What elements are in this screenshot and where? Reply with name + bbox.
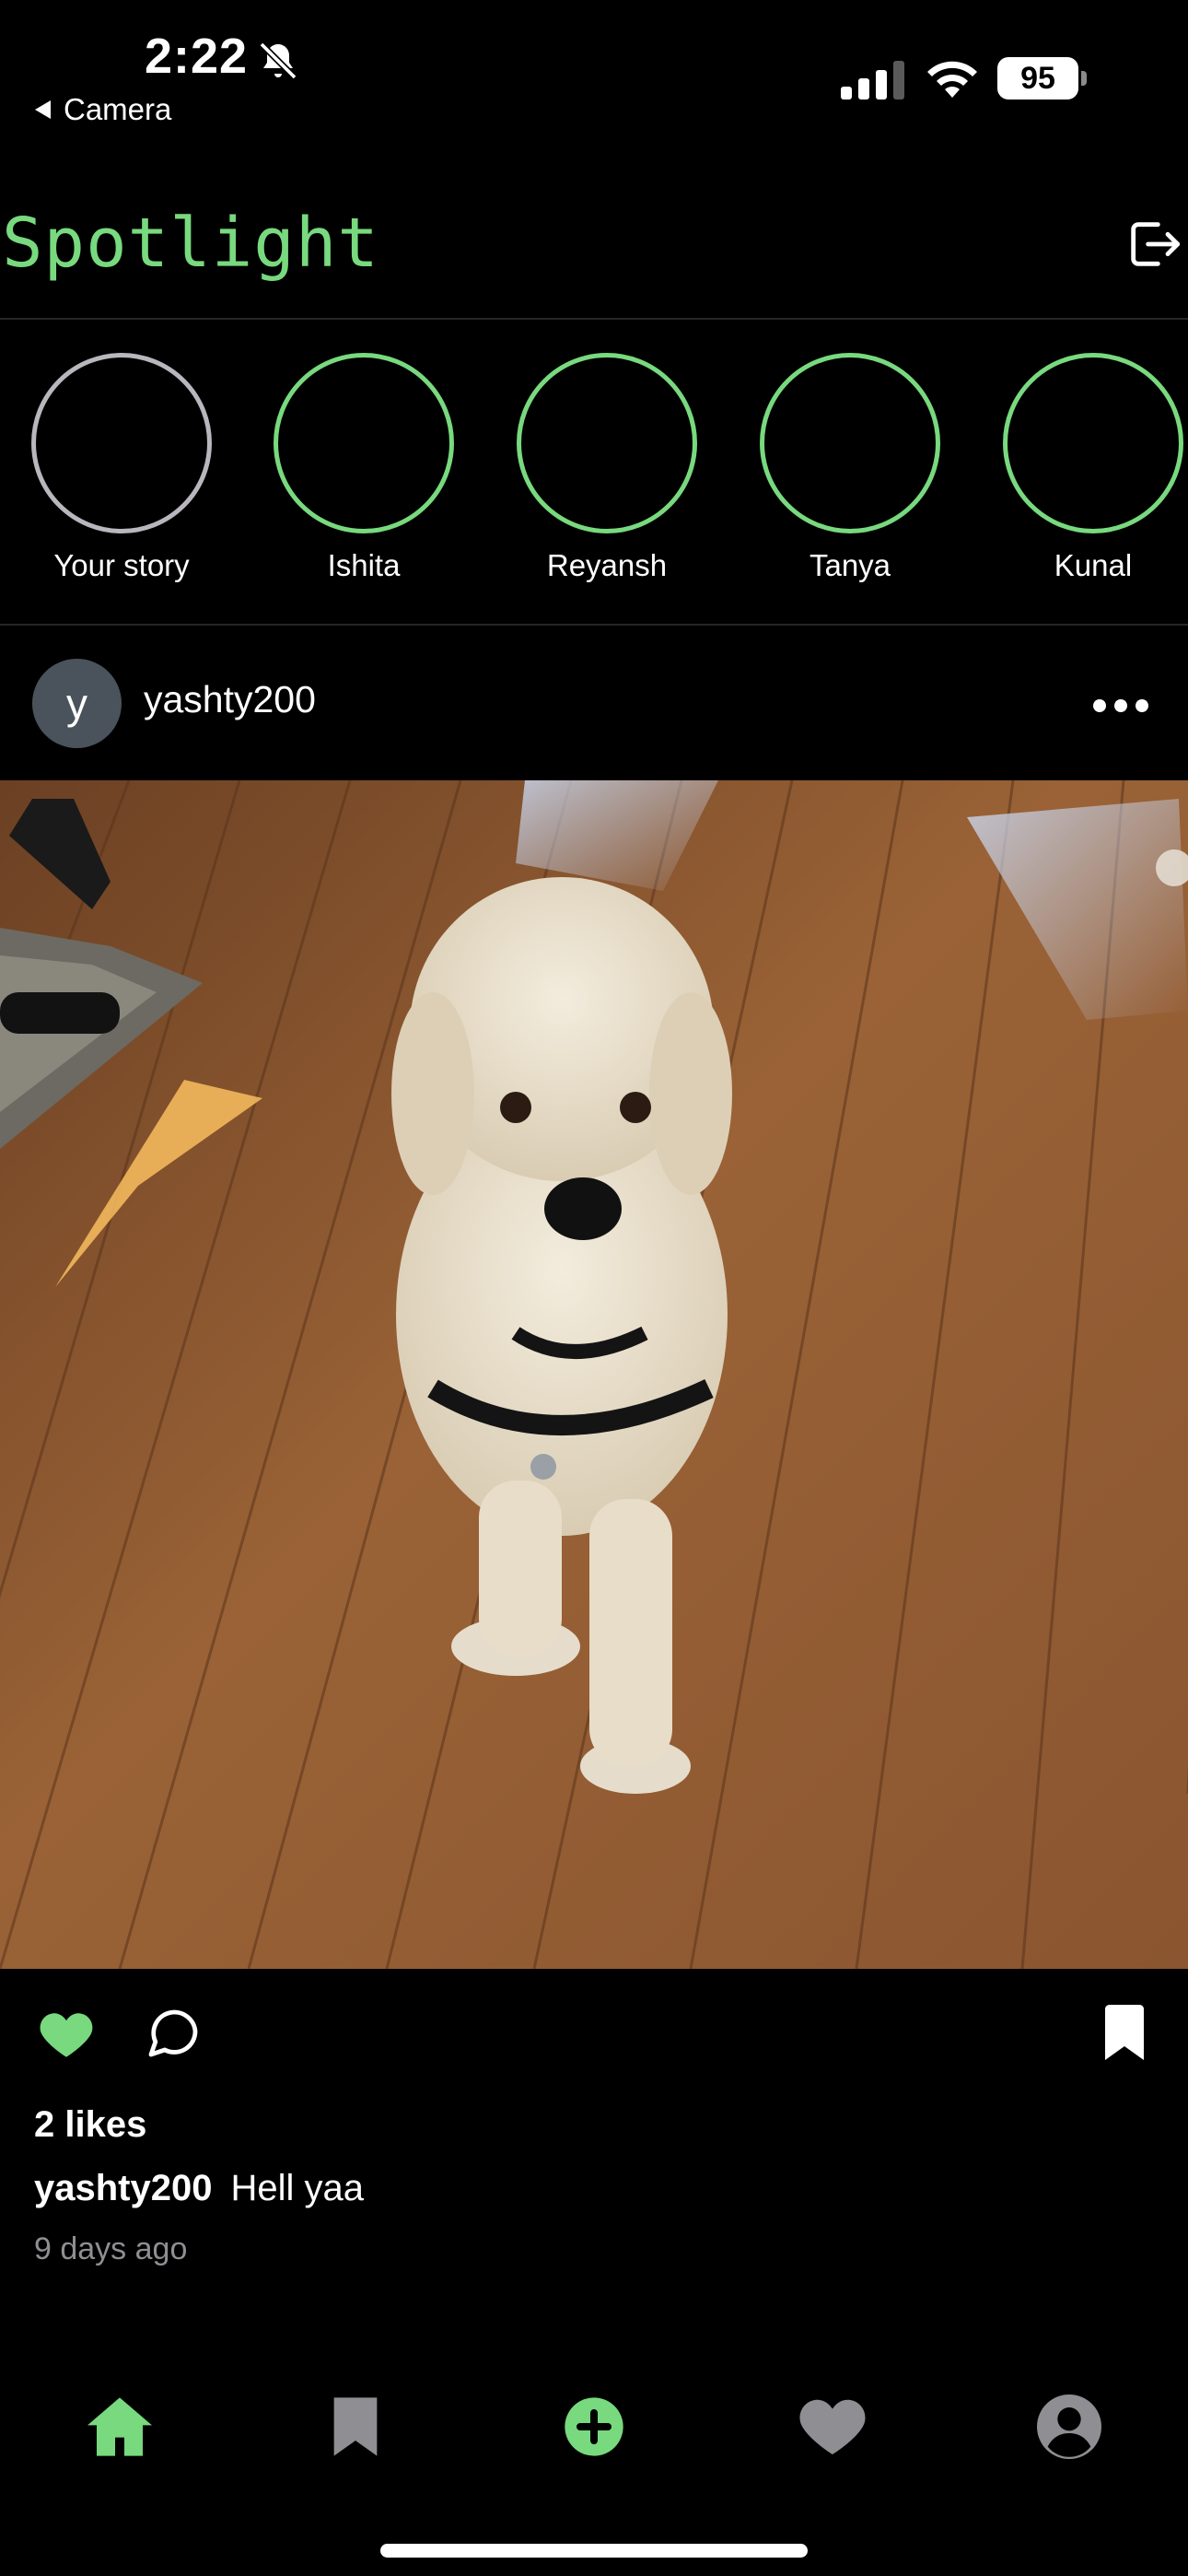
story-reyansh[interactable]: Reyansh [501,353,713,583]
app-title: Spotlight [2,204,379,283]
back-app-label: Camera [64,92,172,126]
avatar[interactable]: y [32,659,122,748]
heart-icon [799,2399,866,2454]
caption-text: Hell yaa [230,2168,364,2208]
tab-bar [0,2377,1188,2478]
battery-indicator: 95 [997,57,1087,100]
post-timestamp: 9 days ago [34,2231,188,2266]
logout-icon[interactable] [1124,215,1182,274]
bell-muted-icon [259,41,297,80]
story-name: Tanya [809,548,891,582]
battery-level: 95 [997,57,1078,100]
caption-username[interactable]: yashty200 [34,2168,212,2208]
post-username[interactable]: yashty200 [144,678,316,721]
home-icon [87,2397,152,2456]
bookmark-icon[interactable] [1102,2005,1147,2060]
story-ring [31,353,212,533]
profile-icon [1037,2395,1101,2459]
app-header: Spotlight [0,189,1188,320]
status-bar: 2:22 Camera 95 [0,0,1188,157]
post-actions [0,2001,1188,2075]
comment-icon[interactable] [144,2003,203,2062]
wifi-icon [927,61,977,98]
like-heart-icon[interactable] [37,2005,96,2060]
home-indicator[interactable] [380,2544,808,2558]
story-ishita[interactable]: Ishita [258,353,470,583]
tab-profile[interactable] [1032,2390,1106,2464]
add-icon [565,2397,623,2456]
post-header: y yashty200 [0,645,1188,765]
story-kunal[interactable]: Kunal [987,353,1188,583]
tab-saved[interactable] [319,2390,392,2464]
story-ring [1003,353,1183,533]
battery-cap [1081,71,1087,86]
story-ring [760,353,940,533]
cellular-signal-icon [841,61,904,100]
stories-row: Your story Ishita Reyansh Tanya Kunal [0,320,1188,626]
post-caption: yashty200 Hell yaa [34,2168,364,2209]
story-your-story[interactable]: Your story [16,353,227,583]
tab-home[interactable] [83,2390,157,2464]
like-count[interactable]: 2 likes [34,2104,146,2146]
story-name: Your story [53,548,190,582]
story-ring [274,353,454,533]
status-time: 2:22 [145,29,249,84]
tab-create[interactable] [557,2390,631,2464]
story-name: Ishita [327,548,401,582]
tab-activity[interactable] [796,2390,869,2464]
story-ring [517,353,697,533]
post-photo[interactable] [0,780,1188,1969]
back-to-app-link[interactable]: Camera [35,92,171,127]
story-name: Kunal [1054,548,1133,582]
back-arrow-icon [35,100,51,119]
story-tanya[interactable]: Tanya [744,353,956,583]
more-options-icon[interactable] [1092,698,1149,713]
story-name: Reyansh [546,548,668,582]
bookmark-icon [333,2397,378,2456]
